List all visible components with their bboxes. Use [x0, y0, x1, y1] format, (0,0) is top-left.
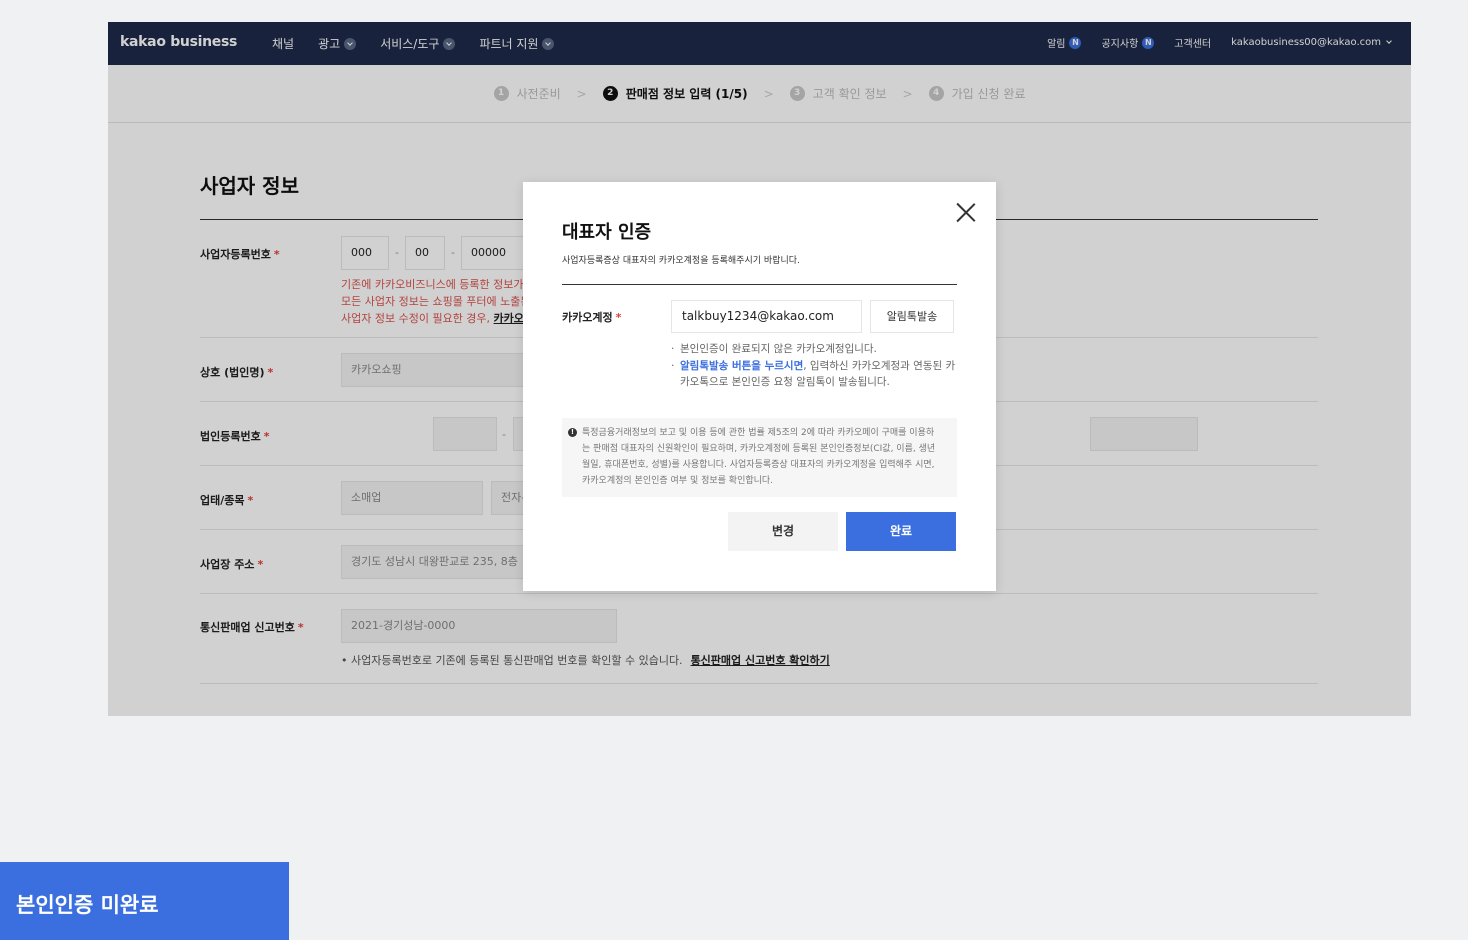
modal-title: 대표자 인증 [562, 222, 652, 243]
kakao-account-label: 카카오계정 * [562, 309, 621, 325]
complete-button[interactable]: 완료 [846, 512, 956, 551]
kakao-account-input[interactable]: talkbuy1234@kakao.com [671, 300, 862, 333]
change-button[interactable]: 변경 [728, 512, 838, 551]
close-icon[interactable] [954, 200, 978, 224]
required-mark: * [615, 311, 622, 324]
account-notes: 본인인증이 완료되지 않은 카카오계정입니다. 알림톡발송 버튼을 누르시면, … [671, 341, 961, 391]
info-icon: ! [568, 428, 577, 437]
note-unverified: 본인인증이 완료되지 않은 카카오계정입니다. [671, 341, 961, 358]
note-alimtalk: 알림톡발송 버튼을 누르시면, 입력하신 카카오계정과 연동된 카카오톡으로 본… [671, 358, 961, 391]
representative-verification-modal: 대표자 인증 사업자등록증상 대표자의 카카오계정을 등록해주시기 바랍니다. … [523, 182, 996, 591]
notice-line: 카카오계정의 본인인증 여부 및 정보를 확인합니다. [582, 476, 774, 486]
notice-line: 특정금융거래정보의 보고 및 이용 등에 관한 법률 제5조의 2에 따라 카카… [582, 428, 935, 438]
field-label-text: 카카오계정 [562, 311, 613, 324]
send-alimtalk-button[interactable]: 알림톡발송 [870, 300, 954, 333]
modal-subtitle: 사업자등록증상 대표자의 카카오계정을 등록해주시기 바랍니다. [562, 256, 800, 266]
notice-line: 는 판매점 대표자의 신원확인이 필요하며, 카카오계정에 등록된 본인인증정보… [582, 444, 936, 454]
notice-line: 월일, 휴대폰번호, 성별)를 사용합니다. 사업자등록증상 대표자의 카카오계… [582, 460, 935, 470]
note-highlight: 알림톡발송 버튼을 누르시면 [680, 359, 804, 372]
legal-notice-box: ! 특정금융거래정보의 보고 및 이용 등에 관한 법률 제5조의 2에 따라 … [562, 418, 957, 497]
status-caption: 본인인증 미완료 [0, 862, 289, 940]
modal-divider [562, 284, 957, 285]
